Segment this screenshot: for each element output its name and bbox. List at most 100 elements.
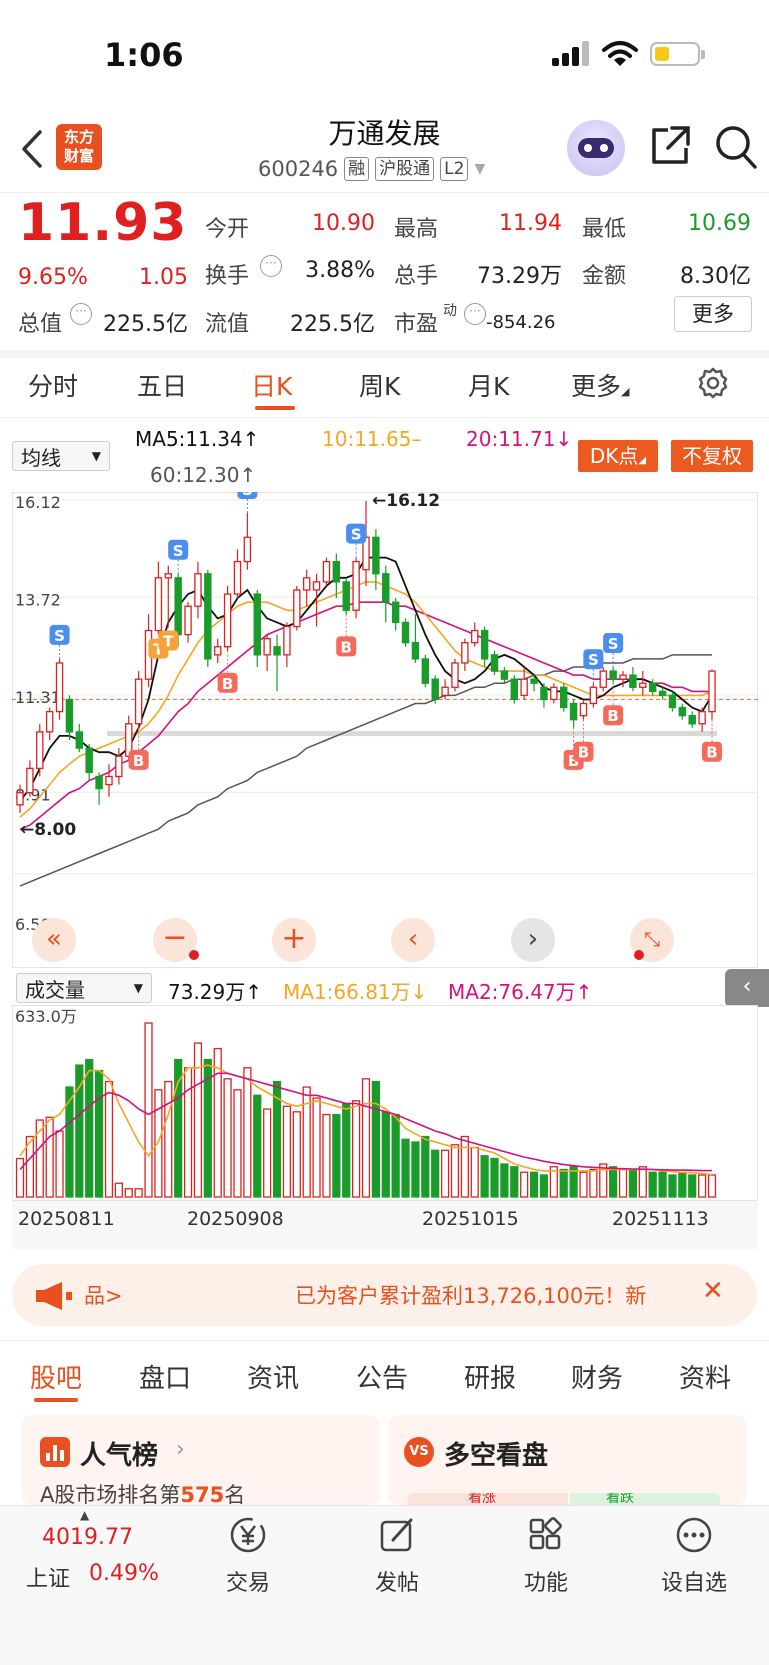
candle-up bbox=[579, 702, 588, 717]
candle-up bbox=[550, 686, 558, 701]
volume-ma2: MA2:76.47万↑ bbox=[448, 980, 593, 1004]
volume-bar-up bbox=[322, 1113, 331, 1198]
info-dots-icon[interactable]: ··· bbox=[70, 303, 92, 325]
volume-bar-down bbox=[75, 1064, 84, 1198]
buy-signal-label: B bbox=[706, 744, 717, 762]
candle-down bbox=[629, 674, 637, 688]
dropdown-caret-icon[interactable]: ▼ bbox=[474, 161, 485, 177]
tab-guba[interactable]: 股吧 bbox=[30, 1358, 82, 1395]
candle-up bbox=[293, 589, 301, 628]
dk-point-button[interactable]: DK点◢ bbox=[578, 440, 658, 472]
tab-finance[interactable]: 财务 bbox=[571, 1358, 623, 1395]
popularity-rank-prefix: A股市场排名第 bbox=[40, 1483, 181, 1507]
tab-weekly-k[interactable]: 周K bbox=[359, 367, 400, 403]
tab-monthly-k[interactable]: 月K bbox=[468, 367, 509, 403]
tab-announcements[interactable]: 公告 bbox=[356, 1358, 408, 1395]
candle-up bbox=[619, 674, 627, 680]
candlestick-chart[interactable]: 16.1213.7211.318.916.50 SBTTSBSBSBBSSBB … bbox=[12, 492, 758, 968]
megaphone-icon bbox=[36, 1282, 72, 1310]
sell-signal-label: S bbox=[608, 635, 619, 653]
candle-up bbox=[194, 573, 202, 607]
candle-down bbox=[490, 654, 499, 672]
candle-up bbox=[471, 629, 479, 644]
volume-bar-down bbox=[253, 1094, 262, 1198]
close-icon[interactable]: ✕ bbox=[702, 1276, 724, 1306]
bull-bear-card[interactable]: VS 多空看盘 看涨 看跌 bbox=[388, 1415, 746, 1505]
nav-post[interactable]: 发帖 bbox=[337, 1515, 457, 1597]
candle-down bbox=[391, 601, 400, 624]
sell-signal-label: S bbox=[54, 627, 65, 645]
robot-assistant-icon[interactable] bbox=[567, 120, 625, 176]
volume-select-label: 成交量 bbox=[25, 977, 85, 1002]
settings-gear-icon[interactable] bbox=[696, 366, 730, 400]
volume-bar-up bbox=[460, 1135, 469, 1198]
index-change[interactable]: 0.49% bbox=[89, 1561, 159, 1586]
collapse-side-button[interactable]: ‹ bbox=[725, 969, 769, 1007]
more-button[interactable]: 更多 bbox=[674, 296, 752, 332]
no-adjust-button[interactable]: 不复权 bbox=[671, 440, 753, 472]
nav-functions[interactable]: 功能 bbox=[486, 1515, 606, 1597]
candle-up bbox=[233, 560, 242, 595]
vs-icon: VS bbox=[404, 1437, 434, 1467]
volume-bar-down bbox=[559, 1168, 568, 1198]
tab-five-day[interactable]: 五日 bbox=[137, 367, 187, 403]
wifi-icon bbox=[602, 41, 638, 66]
tab-news[interactable]: 资讯 bbox=[247, 1358, 299, 1395]
info-dots-icon[interactable]: ··· bbox=[464, 303, 486, 325]
active-section-underline bbox=[34, 1398, 78, 1402]
open-value: 10.90 bbox=[312, 211, 375, 236]
indicator-select[interactable]: 均线 ▼ bbox=[12, 441, 110, 471]
tab-daily-k[interactable]: 日K bbox=[251, 367, 292, 403]
volume-chart[interactable]: 633.0万 20250811 20250908 20251015 20251113 bbox=[12, 1005, 758, 1249]
share-icon[interactable] bbox=[648, 124, 692, 168]
tab-intraday[interactable]: 分时 bbox=[28, 367, 78, 403]
volume-bar-down bbox=[371, 1080, 380, 1198]
candle-up bbox=[283, 625, 291, 656]
vote-down-bar[interactable]: 看跌 bbox=[570, 1493, 720, 1505]
index-value[interactable]: 4019.77 bbox=[42, 1525, 133, 1550]
volume-bar-down bbox=[381, 1111, 390, 1198]
zoom-in-button[interactable]: + bbox=[272, 918, 316, 962]
turnover-value: 3.88% bbox=[305, 258, 375, 283]
candle-down bbox=[421, 658, 430, 684]
ma10-value: 10:11.65– bbox=[322, 427, 422, 451]
volume-bar-down bbox=[648, 1171, 657, 1198]
candle-up bbox=[352, 560, 360, 611]
last-price: 11.93 bbox=[18, 193, 188, 253]
next-candle-button[interactable]: › bbox=[511, 918, 555, 962]
tab-pankou[interactable]: 盘口 bbox=[139, 1358, 191, 1395]
candle-up bbox=[45, 710, 54, 733]
ad-divider bbox=[0, 1340, 769, 1341]
nav-add-watchlist[interactable]: 设自选 bbox=[634, 1515, 754, 1597]
tab-more[interactable]: 更多◢ bbox=[571, 367, 629, 403]
volume-bar-up bbox=[114, 1182, 123, 1198]
candle-down bbox=[85, 747, 93, 774]
volume-bar-up bbox=[263, 1108, 272, 1198]
sell-signal-label: S bbox=[173, 542, 184, 560]
candle-down bbox=[174, 577, 182, 636]
candle-up bbox=[639, 682, 647, 688]
candle-up bbox=[105, 775, 113, 786]
vote-up-bar[interactable]: 看涨 bbox=[408, 1493, 568, 1505]
x-axis-date-label: 20250908 bbox=[187, 1208, 284, 1230]
search-icon[interactable] bbox=[714, 124, 758, 170]
tab-profile[interactable]: 资料 bbox=[679, 1358, 731, 1395]
volume-bar-up bbox=[134, 1188, 143, 1198]
candle-down bbox=[401, 621, 410, 644]
low-marker: ←8.00 bbox=[20, 820, 76, 840]
stock-code: 600246 bbox=[258, 157, 339, 181]
popularity-card[interactable]: 人气榜 › A股市场排名第575名 bbox=[22, 1415, 380, 1507]
pe-value: -854.26 bbox=[486, 312, 556, 333]
support-band bbox=[107, 731, 717, 737]
index-name[interactable]: 上证 bbox=[26, 1561, 70, 1593]
volume-bar-down bbox=[332, 1113, 341, 1198]
pe-sup: 动 bbox=[443, 303, 457, 319]
volume-bar-down bbox=[628, 1168, 638, 1198]
tab-research[interactable]: 研报 bbox=[464, 1358, 516, 1395]
prev-candle-button[interactable]: ‹ bbox=[391, 918, 435, 962]
info-dots-icon[interactable]: ··· bbox=[260, 255, 282, 277]
nav-trade[interactable]: 交易 bbox=[188, 1515, 308, 1597]
promo-banner[interactable]: 品> 已为客户累计盈利13,726,100元！新 ✕ bbox=[12, 1264, 757, 1326]
volume-indicator-select[interactable]: 成交量 ▼ bbox=[16, 973, 152, 1003]
fast-rewind-button[interactable]: « bbox=[32, 918, 76, 962]
